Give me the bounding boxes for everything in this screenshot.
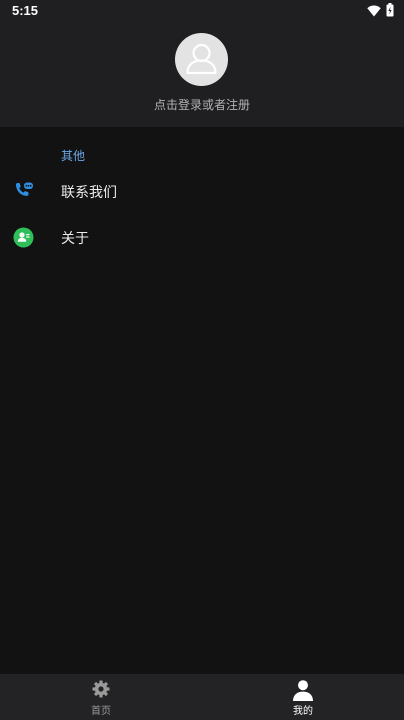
list-item-label: 联系我们 <box>61 185 117 201</box>
tab-home[interactable]: 首页 <box>0 674 202 720</box>
user-avatar-icon[interactable] <box>175 33 228 86</box>
list-item-contact-us[interactable]: 联系我们 <box>0 169 404 213</box>
tab-home-label: 首页 <box>91 706 111 717</box>
gear-icon <box>91 679 111 703</box>
person-badge-icon <box>13 227 34 248</box>
bottom-navigation: 首页 我的 <box>0 674 404 720</box>
status-time: 5:15 <box>12 3 39 18</box>
profile-screen: 5:15 点击登录或者注册 其他 联系我们 关于 首页 我的 <box>0 0 404 720</box>
status-icons <box>367 2 394 21</box>
list-item-label: 关于 <box>61 231 89 247</box>
status-bar: 5:15 <box>0 0 404 22</box>
list-item-about[interactable]: 关于 <box>0 215 404 259</box>
phone-chat-icon <box>13 181 34 202</box>
wifi-icon <box>367 2 381 21</box>
login-register-link[interactable]: 点击登录或者注册 <box>0 96 404 113</box>
section-title-other: 其他 <box>61 149 86 163</box>
tab-mine[interactable]: 我的 <box>202 674 404 720</box>
battery-icon <box>386 2 394 21</box>
tab-mine-label: 我的 <box>293 706 313 717</box>
profile-header: 5:15 点击登录或者注册 <box>0 0 404 127</box>
